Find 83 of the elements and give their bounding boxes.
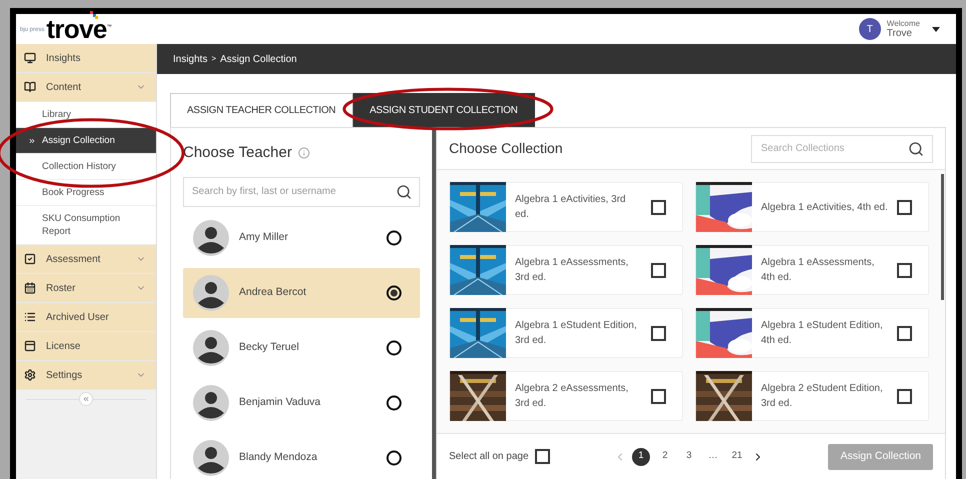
- panel-title: Choose Teacher: [183, 143, 292, 163]
- collection-title: Algebra 1 eActivities, 4th ed.: [760, 200, 889, 214]
- teacher-name: Blandy Mendoza: [239, 450, 318, 465]
- radio-button[interactable]: [386, 284, 402, 300]
- checkbox[interactable]: [897, 326, 912, 340]
- breadcrumb-separator: >: [211, 53, 216, 65]
- avatar-icon: [193, 330, 229, 366]
- avatar-icon: [193, 220, 229, 256]
- collection-title: Algebra 1 eStudent Edition, 3rd ed.: [514, 319, 638, 348]
- collection-card[interactable]: Algebra 1 eStudent Edition, 4th ed.: [695, 308, 929, 358]
- teacher-name: Andrea Bercot: [239, 284, 308, 300]
- settings-icon: [24, 369, 36, 381]
- caret-down-icon[interactable]: [932, 26, 940, 32]
- checkbox[interactable]: [651, 262, 666, 278]
- page-button[interactable]: 3: [680, 448, 698, 466]
- teacher-name: Amy Miller: [239, 230, 289, 245]
- collection-title: Algebra 1 eAssessments, 4th ed.: [760, 256, 876, 285]
- checkbox[interactable]: [897, 200, 912, 214]
- collection-title: Algebra 1 eAssessments, 3rd ed.: [514, 256, 630, 285]
- collection-title: Algebra 1 eActivities, 3rd ed.: [514, 193, 627, 222]
- collection-title: Algebra 1 eStudent Edition, 4th ed.: [760, 319, 884, 348]
- radio-button[interactable]: [386, 230, 402, 246]
- search-icon[interactable]: [908, 140, 924, 156]
- welcome-label: Welcome: [886, 20, 920, 28]
- search-icon[interactable]: [396, 184, 412, 200]
- checkbox[interactable]: [651, 326, 666, 340]
- checkbox[interactable]: [651, 388, 666, 404]
- list-icon: [24, 311, 36, 323]
- page-button[interactable]: 2: [656, 448, 674, 466]
- tab[interactable]: ASSIGN TEACHER COLLECTION: [170, 93, 353, 127]
- radio-button[interactable]: [386, 394, 402, 410]
- calendar-icon: [24, 282, 36, 294]
- teacher-search-field[interactable]: Search by first, last or username: [183, 176, 420, 206]
- page-button[interactable]: 21: [728, 448, 746, 466]
- window-icon: [24, 340, 36, 352]
- checkbox[interactable]: [534, 449, 550, 464]
- collection-search-field[interactable]: Search Collections: [751, 134, 933, 162]
- scrollbar[interactable]: [432, 128, 436, 479]
- nav-item[interactable]: Roster: [16, 274, 156, 303]
- select-all-label: Select all on page: [449, 450, 529, 464]
- logo-squares-icon: [90, 11, 98, 19]
- nav-item[interactable]: Insights: [16, 44, 156, 73]
- checkbox[interactable]: [897, 262, 912, 278]
- collection-card[interactable]: Algebra 1 eActivities, 3rd ed.: [449, 182, 683, 232]
- tab[interactable]: ASSIGN STUDENT COLLECTION: [352, 93, 535, 127]
- collection-card[interactable]: Algebra 1 eActivities, 4th ed.: [695, 182, 929, 232]
- teacher-name: Becky Teruel: [239, 340, 300, 355]
- panel-title: Choose Collection: [449, 139, 563, 158]
- logo: trove: [46, 16, 107, 42]
- monitor-icon: [24, 52, 36, 64]
- checkbox[interactable]: [897, 388, 912, 404]
- scrollbar[interactable]: [941, 174, 944, 300]
- teacher-row[interactable]: Andrea Bercot: [183, 268, 420, 318]
- breadcrumb-item: Assign Collection: [220, 52, 297, 66]
- checkbox-icon: [24, 253, 36, 265]
- collection-title: Algebra 2 eAssessments, 3rd ed.: [514, 382, 630, 411]
- teacher-name: Benjamin Vaduva: [239, 394, 322, 410]
- nav-item[interactable]: Settings: [16, 361, 156, 390]
- collection-card[interactable]: Algebra 1 eAssessments, 4th ed.: [695, 245, 929, 295]
- nav-item[interactable]: Content: [16, 73, 156, 102]
- double-chevron-left-icon: [82, 395, 90, 403]
- collection-title: Algebra 2 eStudent Edition, 3rd ed.: [760, 382, 884, 411]
- checkbox[interactable]: [651, 200, 666, 214]
- page-button[interactable]: …: [704, 448, 722, 466]
- book-icon: [24, 81, 36, 93]
- nav-item[interactable]: Archived User: [16, 303, 156, 332]
- page-button[interactable]: 1: [632, 448, 650, 466]
- collection-card[interactable]: Algebra 2 eStudent Edition, 3rd ed.: [695, 371, 929, 421]
- collection-card[interactable]: Algebra 1 eAssessments, 3rd ed.: [449, 245, 683, 295]
- nav-subitem[interactable]: Assign Collection: [16, 128, 156, 154]
- avatar-icon: [193, 440, 229, 476]
- collection-card[interactable]: Algebra 2 eAssessments, 3rd ed.: [449, 371, 683, 421]
- radio-button[interactable]: [386, 340, 402, 356]
- user-name: Trove: [886, 28, 913, 38]
- avatar-icon: [193, 274, 229, 310]
- chevron-right-icon: [28, 136, 36, 144]
- nav-item[interactable]: License: [16, 332, 156, 361]
- avatar-icon: [193, 384, 229, 420]
- collection-card[interactable]: Algebra 1 eStudent Edition, 3rd ed.: [449, 308, 683, 358]
- user-avatar[interactable]: T: [858, 18, 881, 40]
- nav-item[interactable]: Assessment: [16, 245, 156, 274]
- breadcrumb-item[interactable]: Insights: [173, 52, 208, 66]
- radio-button[interactable]: [386, 450, 402, 466]
